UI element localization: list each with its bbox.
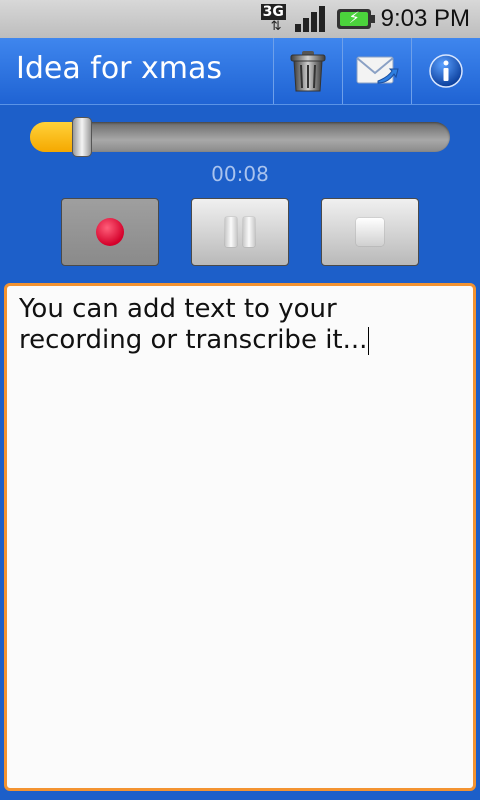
network-3g-icon: 3G ⇅ xyxy=(260,4,289,34)
pause-button[interactable] xyxy=(191,198,289,266)
network-type-label: 3G xyxy=(260,4,286,20)
data-arrows-icon: ⇅ xyxy=(270,19,282,34)
pause-icon xyxy=(225,217,255,247)
battery-charging-icon: ⚡ xyxy=(336,8,375,29)
status-time: 9:03 PM xyxy=(380,5,470,32)
recording-title[interactable]: Idea for xmas xyxy=(16,51,222,86)
note-textarea[interactable]: You can add text to your recording or tr… xyxy=(4,283,476,791)
status-bar: 3G ⇅ ⚡ 9:03 PM xyxy=(0,0,480,38)
playback-slider[interactable] xyxy=(30,117,450,157)
note-text: You can add text to your recording or tr… xyxy=(19,294,368,355)
info-icon xyxy=(429,54,463,88)
text-cursor xyxy=(368,326,370,355)
elapsed-time: 00:08 xyxy=(211,162,269,186)
trash-icon xyxy=(290,51,326,92)
signal-strength-icon xyxy=(294,4,329,34)
stop-icon xyxy=(356,218,384,246)
stop-button[interactable] xyxy=(321,198,419,266)
send-email-button[interactable] xyxy=(342,38,411,104)
mail-icon xyxy=(356,56,399,84)
record-icon xyxy=(96,218,124,246)
record-button[interactable] xyxy=(61,198,159,266)
title-bar: Idea for xmas xyxy=(0,38,480,105)
delete-button[interactable] xyxy=(273,38,342,104)
slider-thumb-handle[interactable] xyxy=(72,117,92,157)
info-button[interactable] xyxy=(411,38,480,104)
